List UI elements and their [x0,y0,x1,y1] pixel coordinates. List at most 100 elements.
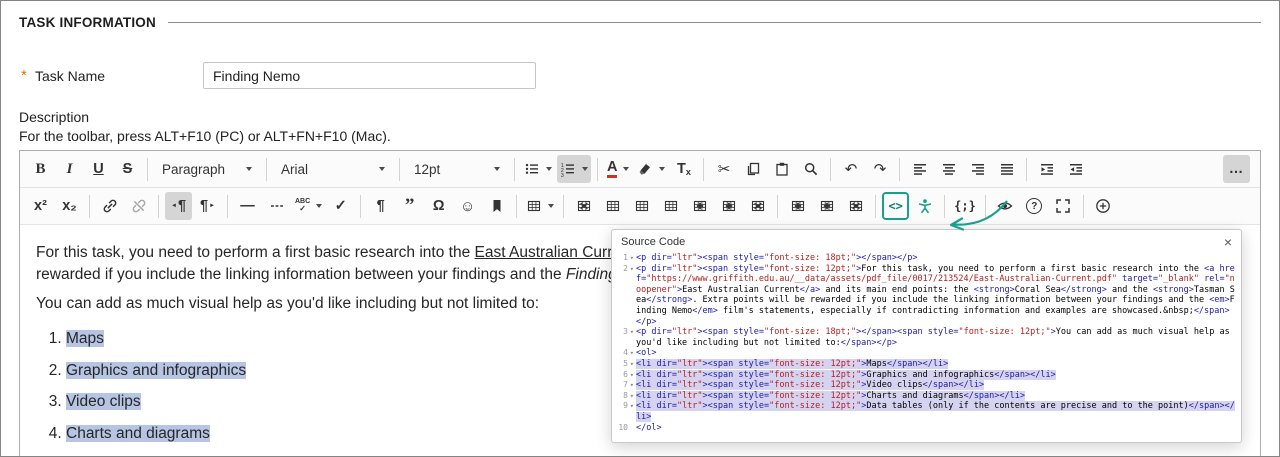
line-number: 4 ▾ [623,348,634,359]
source-code-button[interactable]: <> [882,192,910,220]
cell-properties-button[interactable] [599,192,626,220]
anchor-button[interactable] [483,192,510,220]
insert-button[interactable] [1090,192,1117,220]
strikethrough-icon: S [122,160,133,177]
undo-button[interactable]: ↶ [837,155,864,183]
clearfmt-icon: Tx [677,160,691,177]
indent-button[interactable] [1033,155,1060,183]
blockquote-button[interactable]: ” [396,192,423,220]
remove-link-button[interactable] [125,192,152,220]
toolbar-separator [703,157,705,181]
paragraph-style-select[interactable]: Paragraph [154,155,260,183]
help-button[interactable]: ? [1021,192,1048,220]
code-text: <li dir="ltr"><span style="font-size: 12… [636,380,985,391]
anchor-icon [489,198,505,214]
bullet-list-button[interactable] [521,155,555,183]
more-tools-button[interactable]: … [1223,155,1250,183]
spellcheck-button[interactable]: ABC ✓ [292,192,325,220]
search-button[interactable] [797,155,824,183]
toolbar-separator [516,194,518,218]
selected-text: Charts and diagrams [66,424,210,442]
section-divider [167,22,1261,23]
subscript-button[interactable]: x₂ [56,192,83,220]
insert-link-button[interactable] [96,192,123,220]
toolbar-separator [1026,157,1028,181]
code-line: 8 ▾ <li dir="ltr"><span style="font-size: … [614,390,1236,402]
line-number: 7 ▾ [623,380,634,391]
dialog-title: Source Code [621,236,686,248]
emoticons-button[interactable]: ☺ [454,192,481,220]
fold-arrow-icon[interactable]: ▾ [628,380,634,391]
strikethrough-button[interactable]: S [114,155,141,183]
source-code-dialog: Source Code × 1 ▾ <p dir="ltr"><span style… [611,229,1242,443]
bold-button[interactable]: B [27,155,54,183]
task-name-input[interactable] [203,62,536,89]
show-paragraph-marks-button[interactable]: ¶ [367,192,394,220]
copy-button[interactable] [739,155,766,183]
clear-formatting-button[interactable]: Tx [670,155,697,183]
align-left-button[interactable] [906,155,933,183]
delete-table-button[interactable] [570,192,597,220]
paste-button[interactable] [768,155,795,183]
fold-arrow-icon[interactable]: ▾ [628,391,634,402]
numbered-list-button[interactable]: 123 [557,155,591,183]
source-code-textarea[interactable]: 1 ▾ <p dir="ltr"><span style="font-size: 1… [612,251,1241,441]
fold-arrow-icon[interactable]: ▾ [628,327,634,338]
italic-button[interactable]: I [56,155,83,183]
sourcecode-icon: <> [888,199,903,213]
fullscreen-button[interactable] [1050,192,1077,220]
indent-icon [1039,161,1055,177]
insertplus-icon [1095,198,1111,214]
line-number: 5 ▾ [623,358,634,370]
fold-arrow-icon[interactable]: ▾ [628,264,634,275]
redo-button[interactable]: ↷ [866,155,893,183]
horizontal-line-button[interactable]: — [234,192,261,220]
fold-arrow-icon[interactable]: ▾ [628,348,634,359]
text-color-button[interactable]: A [604,155,632,183]
align-center-button[interactable] [935,155,962,183]
pagebreak-icon [269,198,285,214]
toolbar-row-2: x² x₂ ◄ ¶ ¶ ► — ABC ✓ ✓ ¶” Ω ☺ <> {;}? [20,188,1260,225]
code-text: <p dir="ltr"><span style="font-size: 12p… [636,263,1235,327]
special-character-button[interactable]: Ω [425,192,452,220]
highlight-color-button[interactable] [634,155,668,183]
insert-column-right-button[interactable] [813,192,840,220]
east-australian-current-link[interactable]: East Australian Current [475,244,634,261]
merge-cells-button[interactable] [628,192,655,220]
table-menu-button[interactable] [523,192,557,220]
line-number: 2 ▾ [623,263,634,275]
task-name-label: Task Name [35,67,106,84]
accept-check-button[interactable]: ✓ [327,192,354,220]
bullist-icon [524,161,540,177]
font-family-select[interactable]: Arial [273,155,393,183]
insert-row-above-button[interactable] [686,192,713,220]
task-name-row: * Task Name [19,62,1261,89]
outdent-button[interactable] [1062,155,1089,183]
delete-column-button[interactable] [842,192,869,220]
delete-row-button[interactable] [744,192,771,220]
split-cell-button[interactable] [657,192,684,220]
font-size-select[interactable]: 12pt [406,155,508,183]
close-icon[interactable]: × [1224,235,1232,249]
insert-column-left-button[interactable] [784,192,811,220]
fold-arrow-icon[interactable]: ▾ [628,401,634,412]
rtl-paragraph-button[interactable]: ¶ ► [194,192,221,220]
underline-button[interactable]: U [85,155,112,183]
ltr-paragraph-button[interactable]: ◄ ¶ [165,192,192,220]
superscript-button[interactable]: x² [27,192,54,220]
align-right-button[interactable] [964,155,991,183]
justify-button[interactable] [993,155,1020,183]
cut-button[interactable]: ✂ [710,155,737,183]
chevron-down-icon [379,167,385,171]
fold-arrow-icon[interactable]: ▾ [628,370,634,381]
fold-arrow-icon[interactable]: ▾ [628,253,634,264]
code-text: <li dir="ltr"><span style="font-size: 12… [636,358,949,369]
code-line: 2 ▾ <p dir="ltr"><span style="font-size: 1… [614,264,1236,328]
toolbar-separator [899,157,901,181]
fold-arrow-icon[interactable]: ▾ [628,359,634,370]
chevron-down-icon [546,167,552,171]
toolbar-separator [875,194,877,218]
insert-row-below-button[interactable] [715,192,742,220]
accessibility-checker-button[interactable] [911,192,938,220]
page-break-button[interactable] [263,192,290,220]
